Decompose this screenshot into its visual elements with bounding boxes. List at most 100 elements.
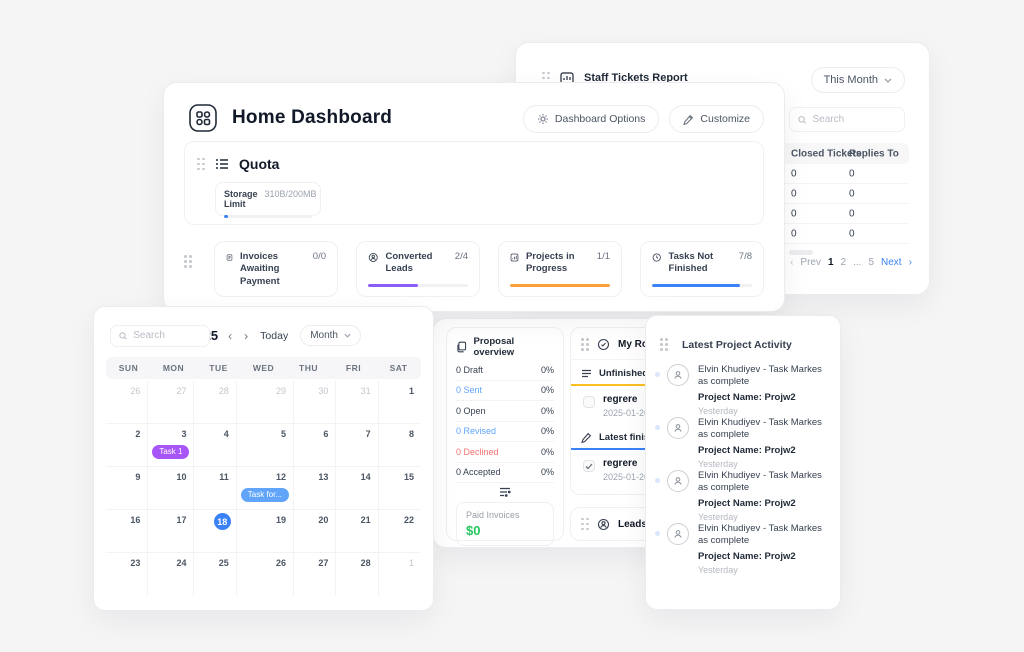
calendar-search-input[interactable]: [133, 330, 201, 341]
stat-card-tasks[interactable]: Tasks Not Finished 7/8: [640, 241, 764, 297]
customize-button[interactable]: Customize: [669, 105, 764, 133]
drag-handle-icon[interactable]: [581, 518, 589, 531]
proposal-pct: 0%: [541, 385, 554, 395]
dashboard-options-button[interactable]: Dashboard Options: [523, 105, 659, 133]
page-5[interactable]: 5: [868, 257, 874, 268]
activity-item[interactable]: Elvin Khudiyev - Task Markes as complete…: [646, 468, 840, 521]
calendar-day-cell[interactable]: 18: [194, 510, 236, 553]
proposal-label: 0 Open: [456, 406, 486, 416]
calendar-day-cell[interactable]: 15: [379, 467, 421, 510]
view-select[interactable]: Month: [300, 325, 361, 346]
calendar-day-cell[interactable]: 17: [148, 510, 194, 553]
calendar-day-cell[interactable]: 2: [106, 424, 148, 467]
today-button[interactable]: Today: [260, 330, 288, 342]
calendar-day-cell[interactable]: 27: [294, 553, 336, 596]
page-1[interactable]: 1: [828, 257, 834, 268]
calendar-day-cell[interactable]: 27: [148, 381, 194, 424]
calendar-event-chip[interactable]: Task 1: [152, 445, 189, 459]
calendar-day-cell[interactable]: 8: [379, 424, 421, 467]
calendar-day-number: 21: [354, 510, 378, 530]
calendar-day-cell[interactable]: 11: [194, 467, 236, 510]
calendar-day-cell[interactable]: 21: [336, 510, 378, 553]
chevron-right-icon[interactable]: ›: [909, 257, 912, 268]
calendar-day-cell[interactable]: 19: [237, 510, 294, 553]
storage-progress-track: [224, 215, 312, 218]
activity-item[interactable]: Elvin Khudiyev - Task Markes as complete…: [646, 415, 840, 468]
calendar-day-cell[interactable]: 14: [336, 467, 378, 510]
cell-closed: 0: [791, 228, 797, 239]
calendar-day-cell[interactable]: 10: [148, 467, 194, 510]
calendar-day-cell[interactable]: 24: [148, 553, 194, 596]
prev-button[interactable]: Prev: [800, 257, 821, 268]
tickets-search-input[interactable]: [813, 114, 896, 125]
check-icon: [585, 463, 593, 470]
calendar-day-cell[interactable]: 20: [294, 510, 336, 553]
calendar-day-cell[interactable]: 26: [106, 381, 148, 424]
period-select[interactable]: This Month: [811, 67, 905, 93]
timeline-dot: [655, 531, 660, 536]
horizontal-scrollbar[interactable]: [789, 250, 813, 255]
stat-card-converted-leads[interactable]: Converted Leads 2/4: [356, 241, 480, 297]
page-2[interactable]: 2: [841, 257, 847, 268]
calendar-day-number: 12: [269, 467, 293, 487]
stat-card-invoices[interactable]: Invoices Awaiting Payment 0/0: [214, 241, 338, 297]
calendar-event-chip[interactable]: Task for...: [241, 488, 289, 502]
calendar-day-cell[interactable]: 28: [194, 381, 236, 424]
activity-item[interactable]: Elvin Khudiyev - Task Markes as complete…: [646, 521, 840, 574]
calendar-day-cell[interactable]: 6: [294, 424, 336, 467]
next-button[interactable]: Next: [881, 257, 902, 268]
drag-handle-icon[interactable]: [197, 158, 205, 171]
calendar-day-cell[interactable]: 9: [106, 467, 148, 510]
chevron-left-icon[interactable]: ‹: [790, 257, 793, 268]
pencil-icon: [683, 114, 694, 125]
calendar-day-cell[interactable]: 12Task for...: [237, 467, 294, 510]
calendar-day-cell[interactable]: 30: [294, 381, 336, 424]
calendar-day-cell[interactable]: 1: [379, 553, 421, 596]
calendar-day-cell[interactable]: 22: [379, 510, 421, 553]
calendar-day-number: 1: [402, 553, 421, 573]
proposal-label: 0 Revised: [456, 426, 496, 436]
calendar-day-cell[interactable]: 1: [379, 381, 421, 424]
calendar-day-cell[interactable]: 23: [106, 553, 148, 596]
calendar-day-number: 14: [354, 467, 378, 487]
cell-closed: 0: [791, 188, 797, 199]
cell-closed: 0: [791, 168, 797, 179]
tickets-search[interactable]: [789, 107, 905, 132]
stat-value: 1/1: [597, 251, 610, 262]
calendar-day-number: 11: [212, 467, 236, 487]
cell-replies: 0: [849, 228, 855, 239]
calendar-day-cell[interactable]: 25: [194, 553, 236, 596]
calendar-search[interactable]: [110, 325, 210, 347]
drag-handle-icon[interactable]: [581, 338, 589, 351]
calendar-day-cell[interactable]: 31: [336, 381, 378, 424]
drag-handle-icon[interactable]: [184, 255, 192, 297]
calendar-day-cell[interactable]: 13: [294, 467, 336, 510]
clock-icon: [652, 251, 662, 264]
activity-item[interactable]: Elvin Khudiyev - Task Markes as complete…: [646, 362, 840, 415]
calendar-prev-icon[interactable]: ‹: [226, 329, 234, 343]
calendar-day-cell[interactable]: 28: [336, 553, 378, 596]
list-icon: [215, 158, 229, 170]
calendar-day-cell[interactable]: 4: [194, 424, 236, 467]
checkbox-unchecked[interactable]: [583, 396, 595, 408]
todo-date: 2025-01-26: [603, 472, 649, 482]
dow-label: TUE: [196, 363, 241, 373]
proposal-pct: 0%: [541, 467, 554, 477]
calendar-day-cell[interactable]: 7: [336, 424, 378, 467]
dow-label: MON: [151, 363, 196, 373]
sort-lines-icon[interactable]: [499, 487, 511, 497]
drag-handle-icon[interactable]: [660, 338, 668, 351]
calendar-day-cell[interactable]: 29: [237, 381, 294, 424]
calendar-day-cell[interactable]: 3Task 1: [148, 424, 194, 467]
home-dashboard-header: Home Dashboard: [188, 103, 392, 133]
calendar-next-icon[interactable]: ›: [242, 329, 250, 343]
checkbox-checked[interactable]: [583, 460, 595, 472]
calendar-day-cell[interactable]: 16: [106, 510, 148, 553]
calendar-day-cell[interactable]: 5: [237, 424, 294, 467]
stat-card-projects[interactable]: Projects in Progress 1/1: [498, 241, 622, 297]
proposal-pct: 0%: [541, 426, 554, 436]
proposal-label: 0 Declined: [456, 447, 499, 457]
pencil-icon: [581, 432, 592, 443]
calendar-day-number: 30: [311, 381, 335, 401]
calendar-day-cell[interactable]: 26: [237, 553, 294, 596]
